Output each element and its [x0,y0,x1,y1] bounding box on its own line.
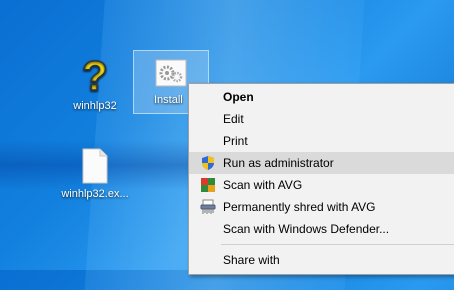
context-menu: Open Edit Print Run as administrator Sca… [188,83,454,275]
menu-item-label: Open [223,90,254,104]
menu-item-open[interactable]: Open [189,86,454,108]
menu-separator [221,244,454,245]
menu-item-scan-with-avg[interactable]: Scan with AVG [189,174,454,196]
menu-item-scan-with-windows-defender[interactable]: Scan with Windows Defender... [189,218,454,240]
desktop-icon-winhlp32-exe[interactable]: winhlp32.ex... [57,148,133,200]
menu-item-label: Scan with AVG [223,178,303,192]
menu-item-shred-with-avg[interactable]: Permanently shred with AVG [189,196,454,218]
avg-icon [201,178,215,192]
menu-item-label: Edit [223,112,244,126]
desktop-icon-label: winhlp32 [73,100,117,112]
blank-file-icon [82,148,108,184]
menu-item-label: Scan with Windows Defender... [223,222,390,236]
menu-item-label: Permanently shred with AVG [223,200,376,214]
shredder-icon [200,199,216,214]
gear-settings-icon [155,59,187,87]
desktop-icon-label: winhlp32.ex... [61,188,129,200]
menu-item-print[interactable]: Print [189,130,454,152]
menu-item-run-as-administrator[interactable]: Run as administrator [189,152,454,174]
menu-item-label: Share with [223,253,280,267]
desktop-icon-winhlp32[interactable]: ? winhlp32 [57,52,133,112]
menu-item-label: Run as administrator [223,156,334,170]
help-question-icon: ? [81,52,108,96]
uac-shield-icon [202,156,214,170]
menu-item-share-with[interactable]: Share with [189,249,454,271]
menu-item-label: Print [223,134,248,148]
svg-text:?: ? [82,52,108,96]
menu-item-edit[interactable]: Edit [189,108,454,130]
